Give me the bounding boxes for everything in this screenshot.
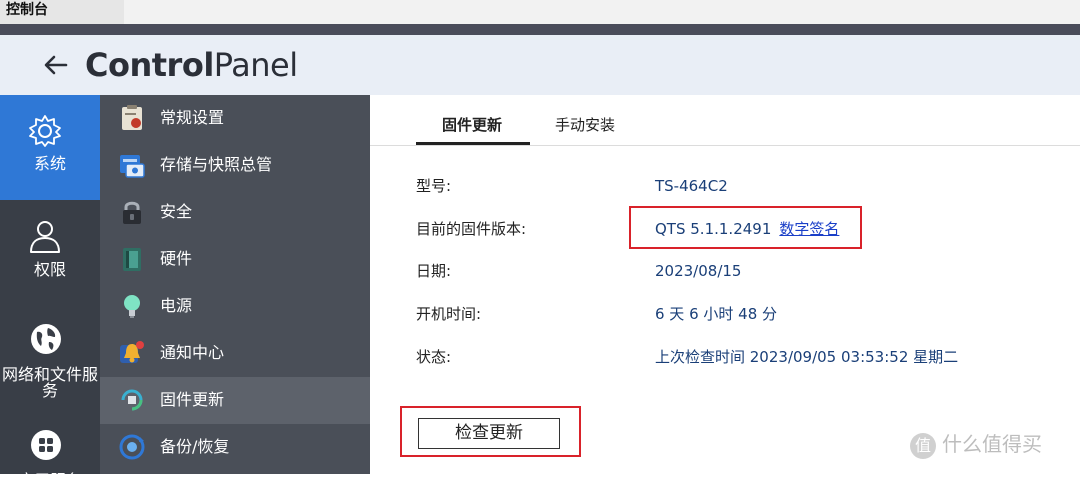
window-title: 控制台 bbox=[0, 0, 124, 24]
nav2-label: 安全 bbox=[160, 202, 193, 221]
apps-icon bbox=[31, 430, 61, 460]
content-panel: 固件更新 手动安装 型号: TS-464C2 目前的固件版本: QTS 5.1.… bbox=[370, 95, 1080, 474]
bell-icon bbox=[120, 341, 144, 363]
nav-label-apps: 应用服务 bbox=[0, 472, 100, 478]
watermark: 值什么值得买 bbox=[910, 430, 1042, 459]
date-label: 日期: bbox=[416, 262, 452, 280]
check-update-button[interactable]: 检查更新 bbox=[418, 418, 560, 449]
nav2-label: 硬件 bbox=[160, 249, 193, 268]
gear-icon bbox=[29, 115, 61, 147]
primary-nav: 系统 权限 网络和文件服务 应用服务 bbox=[0, 95, 100, 478]
nav2-item-general[interactable]: 常规设置 bbox=[100, 95, 370, 142]
tab-firmware-update[interactable]: 固件更新 bbox=[442, 115, 502, 135]
secondary-nav: 常规设置 存储与快照总管 安全 硬件 电源 通知中心 固件更新 备份/恢复 bbox=[100, 95, 370, 474]
nav-label-system: 系统 bbox=[33, 154, 66, 173]
globe-icon bbox=[31, 324, 61, 354]
uptime-value: 6 天 6 小时 48 分 bbox=[655, 305, 778, 323]
nav2-label: 常规设置 bbox=[160, 108, 225, 127]
storage-icon bbox=[120, 155, 145, 178]
nav2-label: 电源 bbox=[160, 296, 193, 315]
model-label: 型号: bbox=[416, 177, 452, 195]
back-arrow-icon[interactable] bbox=[42, 50, 70, 80]
nav2-label: 通知中心 bbox=[160, 343, 225, 362]
nav2-label: 固件更新 bbox=[160, 390, 225, 409]
model-value: TS-464C2 bbox=[655, 177, 728, 195]
firmware-icon bbox=[121, 389, 143, 411]
brand-panel: Panel bbox=[213, 46, 298, 84]
nav2-item-notification[interactable]: 通知中心 bbox=[100, 330, 370, 377]
backup-icon bbox=[119, 434, 145, 460]
nav2-item-security[interactable]: 安全 bbox=[100, 189, 370, 236]
nav2-label: 备份/恢复 bbox=[160, 437, 230, 456]
nav-item-apps[interactable]: 应用服务 bbox=[0, 410, 100, 478]
watermark-text: 什么值得买 bbox=[942, 432, 1042, 456]
active-tab-indicator bbox=[416, 142, 530, 145]
firmware-version-label: 目前的固件版本: bbox=[416, 220, 527, 238]
lock-icon bbox=[123, 201, 141, 224]
uptime-label: 开机时间: bbox=[416, 305, 482, 323]
power-icon bbox=[124, 295, 140, 318]
highlight-box-version bbox=[629, 206, 862, 249]
tab-bar: 固件更新 手动安装 bbox=[370, 95, 1080, 146]
nav2-item-backup[interactable]: 备份/恢复 bbox=[100, 424, 370, 471]
watermark-logo-icon: 值 bbox=[910, 432, 936, 459]
nav-item-network[interactable]: 网络和文件服务 bbox=[0, 305, 100, 410]
nav2-label: 存储与快照总管 bbox=[160, 155, 273, 174]
nav-label-network: 网络和文件服务 bbox=[1, 365, 98, 400]
nav-label-permissions: 权限 bbox=[33, 260, 66, 279]
nav2-item-hardware[interactable]: 硬件 bbox=[100, 236, 370, 283]
nav-item-permissions[interactable]: 权限 bbox=[0, 200, 100, 305]
status-label: 状态: bbox=[416, 348, 452, 366]
nav-item-system[interactable]: 系统 bbox=[0, 95, 100, 200]
date-value: 2023/08/15 bbox=[655, 262, 742, 280]
window-divider bbox=[0, 24, 1080, 35]
brand-control: Control bbox=[85, 46, 214, 84]
nav2-item-firmware[interactable]: 固件更新 bbox=[100, 377, 370, 424]
status-value: 上次检查时间 2023/09/05 03:53:52 星期二 bbox=[655, 348, 959, 366]
settings-icon bbox=[122, 105, 142, 130]
app-brand: ControlPanel bbox=[85, 43, 298, 87]
hardware-icon bbox=[123, 248, 141, 271]
user-icon bbox=[30, 221, 60, 253]
nav2-item-storage[interactable]: 存储与快照总管 bbox=[100, 142, 370, 189]
nav2-item-power[interactable]: 电源 bbox=[100, 283, 370, 330]
tab-manual-install[interactable]: 手动安装 bbox=[555, 115, 615, 135]
window-titlebar: 控制台 bbox=[0, 0, 1080, 24]
